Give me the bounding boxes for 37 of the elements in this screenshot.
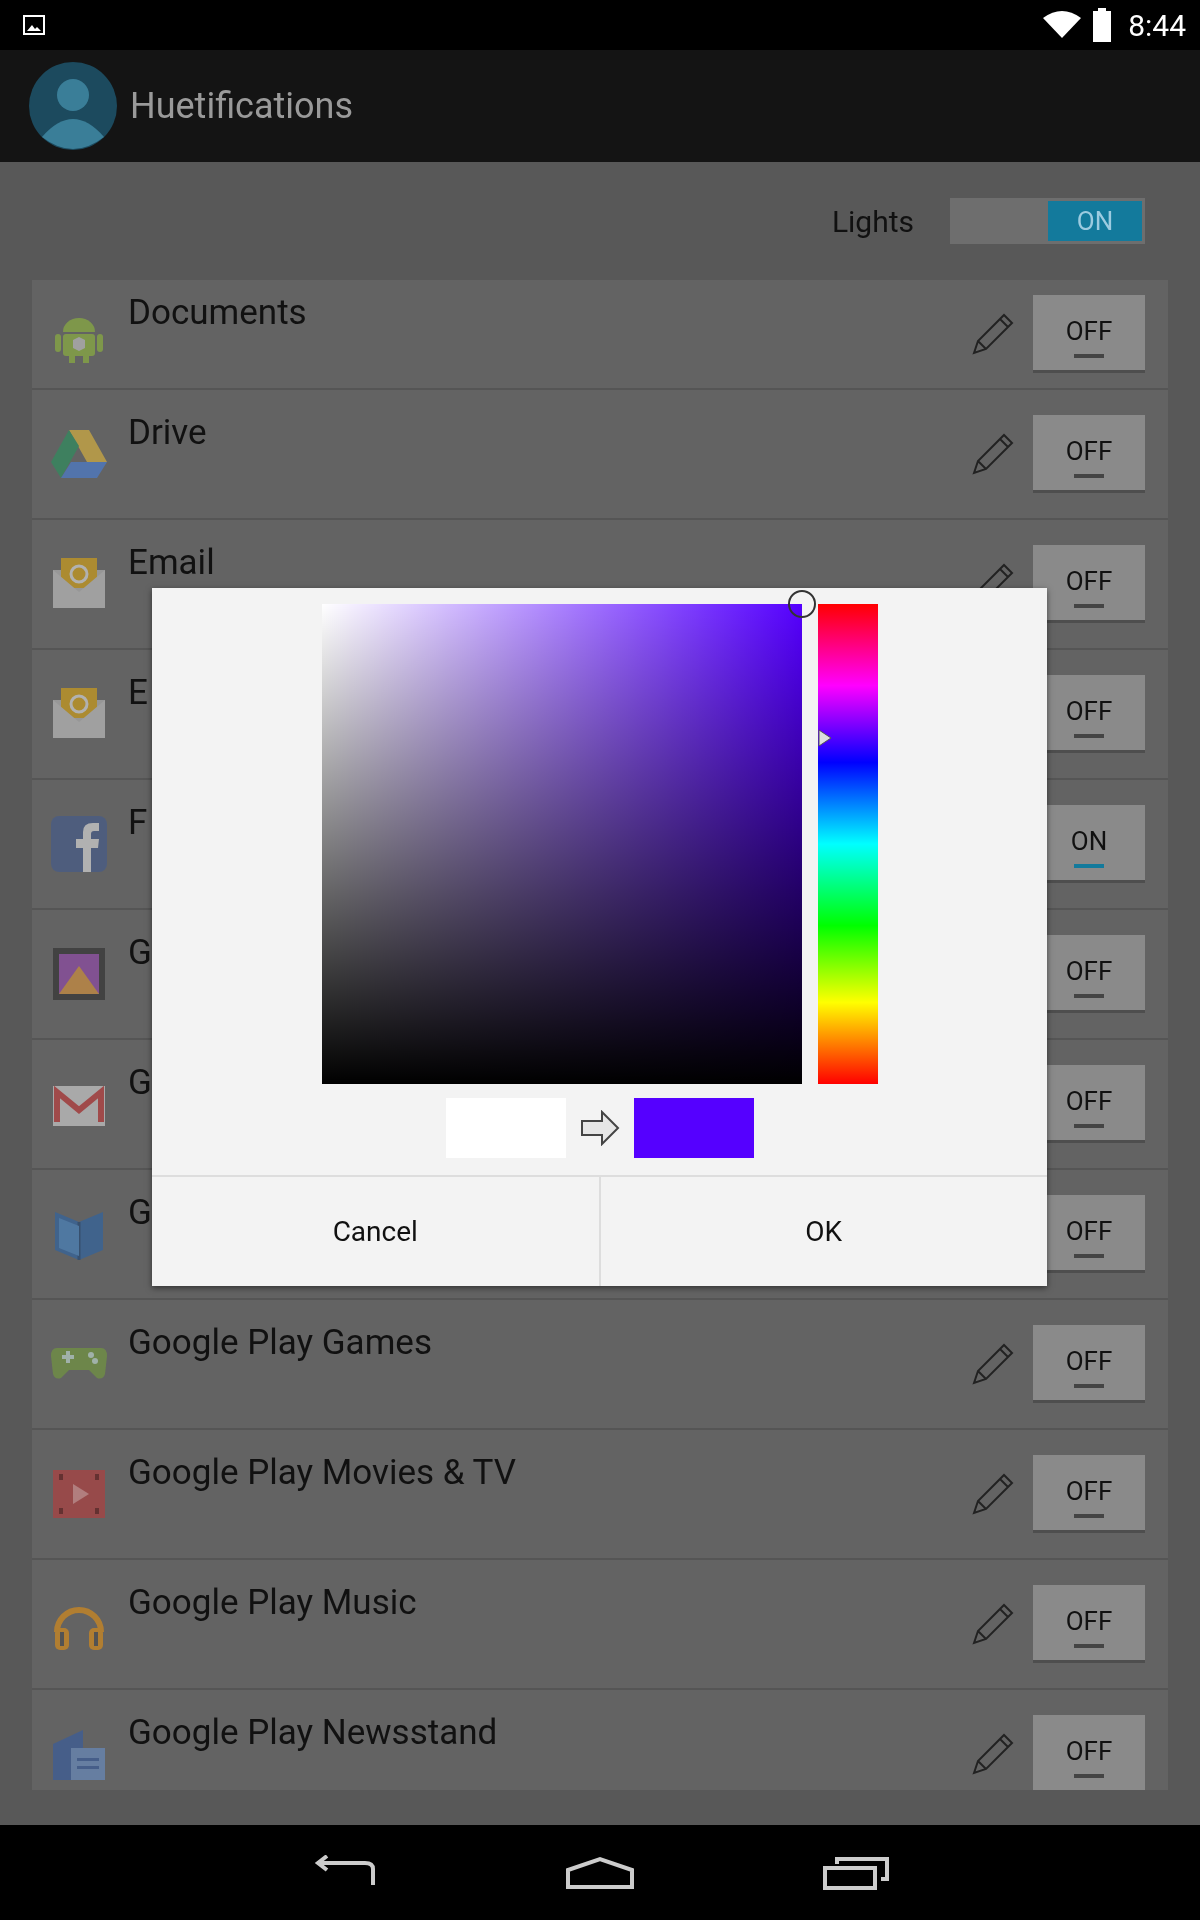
arrow-icon	[579, 1110, 620, 1146]
app-title: Huetifications	[130, 85, 354, 127]
app-name: Drive	[128, 411, 207, 453]
color-cursor[interactable]	[787, 590, 816, 618]
toggle-button[interactable]: OFF	[1033, 415, 1145, 493]
hue-marker-icon[interactable]	[817, 729, 832, 748]
recents-icon[interactable]	[823, 1855, 889, 1890]
app-name: Documents	[128, 291, 307, 333]
toggle-button[interactable]: OFF	[1033, 295, 1145, 373]
toggle-button[interactable]: OFF	[1033, 1325, 1145, 1403]
wifi-icon	[1042, 10, 1083, 40]
toggle-button[interactable]: OFF	[1033, 1715, 1145, 1790]
letter-f-icon	[49, 814, 109, 874]
app-name: G	[128, 1191, 152, 1233]
setting-label: Lights	[831, 203, 914, 239]
lights-switch[interactable]: ON	[950, 198, 1145, 244]
battery-icon	[1092, 8, 1113, 42]
hue-slider[interactable]	[817, 604, 878, 1084]
app-name: F	[128, 801, 148, 843]
dialog-button[interactable]: OK	[598, 1177, 1047, 1286]
app-name: Google Play Games	[128, 1321, 432, 1363]
saturation-value-square[interactable]	[321, 604, 802, 1084]
app-name: Google Play Music	[128, 1581, 417, 1623]
app-name: G	[128, 1061, 152, 1103]
avatar-icon	[28, 61, 118, 151]
app-name: E	[128, 671, 148, 713]
app-name: Email	[128, 541, 215, 583]
home-icon[interactable]	[565, 1855, 635, 1890]
app-name: G	[128, 931, 152, 973]
picture-icon	[22, 13, 46, 37]
toggle-button[interactable]: OFF	[1033, 1585, 1145, 1663]
app-name: Google Play Newsstand	[128, 1711, 498, 1753]
clock: 8:44	[1128, 7, 1186, 43]
toggle-button[interactable]: OFF	[1033, 1455, 1145, 1533]
toggle-button[interactable]: OFF	[1033, 545, 1145, 623]
dialog-button[interactable]: Cancel	[152, 1177, 599, 1286]
app-name: Google Play Movies & TV	[128, 1451, 517, 1493]
